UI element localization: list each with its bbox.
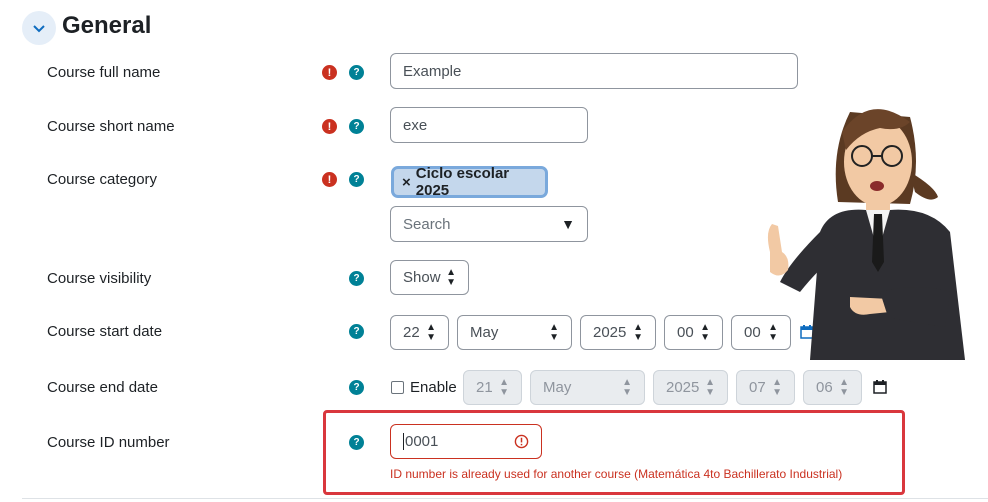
category-search-placeholder: Search [403,215,451,233]
full-name-input[interactable]: Example [390,53,798,89]
enable-label: Enable [410,379,457,396]
start-month-value: May [470,324,499,341]
start-month-select[interactable]: May ▲ ▼ [457,315,572,350]
end-month-value: May [543,379,572,396]
end-year-value: 2025 [666,379,700,396]
collapse-section-button[interactable] [22,11,56,45]
section-divider [22,498,988,499]
select-arrows-icon: ▲ ▼ [426,321,436,343]
end-day-value: 21 [476,379,493,396]
end-hour-value: 07 [749,379,766,396]
start-minute-value: 00 [744,324,761,341]
chip-remove-icon[interactable]: × [402,174,411,191]
calendar-icon [873,380,887,394]
short-name-label: Course short name [47,118,175,135]
character-illustration [767,109,965,360]
category-search[interactable]: Search ▼ [390,206,588,242]
category-label: Course category [47,171,158,188]
end-month-select[interactable]: May ▲ ▼ [530,370,645,405]
dropdown-arrow-icon: ▼ [561,216,575,232]
end-year-select[interactable]: 2025 ▲ ▼ [653,370,728,405]
end-hour-select[interactable]: 07 ▲ ▼ [736,370,795,405]
required-icon: ! [322,119,337,134]
visibility-label: Course visibility [47,270,152,287]
id-number-input[interactable]: 0001 [390,424,542,459]
select-arrows-icon: ▲ ▼ [446,266,456,288]
start-year-value: 2025 [593,324,627,341]
select-arrows-icon: ▲ ▼ [633,321,643,343]
help-icon[interactable]: ? [349,380,364,395]
select-arrows-icon: ▲ ▼ [705,376,715,398]
required-icon: ! [322,65,337,80]
visibility-select[interactable]: Show ▲ ▼ [390,260,469,295]
help-icon[interactable]: ? [349,435,364,450]
full-name-label: Course full name [47,64,161,81]
select-arrows-icon: ▲ ▼ [772,376,782,398]
id-number-label: Course ID number [47,434,170,451]
short-name-input[interactable]: exe [390,107,588,143]
start-year-select[interactable]: 2025 ▲ ▼ [580,315,656,350]
start-date-label: Course start date [47,323,163,340]
visibility-value: Show [403,269,441,286]
id-number-value: 0001 [403,433,439,450]
end-minute-select[interactable]: 06 ▲ ▼ [803,370,862,405]
start-hour-value: 00 [677,324,694,341]
help-icon[interactable]: ? [349,271,364,286]
required-icon: ! [322,172,337,187]
select-arrows-icon: ▲ ▼ [700,321,710,343]
category-chip[interactable]: × Ciclo escolar 2025 [391,165,548,199]
start-day-value: 22 [403,324,420,341]
section-title: General [62,12,152,39]
help-icon[interactable]: ? [349,172,364,187]
select-arrows-icon: ▲ ▼ [499,376,509,398]
chip-label: Ciclo escolar 2025 [415,165,510,199]
id-number-error-message: ID number is already used for another co… [390,467,843,481]
help-icon[interactable]: ? [349,65,364,80]
select-arrows-icon: ▲ ▼ [839,376,849,398]
end-day-select[interactable]: 21 ▲ ▼ [463,370,522,405]
help-icon[interactable]: ? [349,324,364,339]
start-hour-select[interactable]: 00 ▲ ▼ [664,315,723,350]
chevron-down-icon [33,25,45,33]
select-arrows-icon: ▲ ▼ [549,321,559,343]
start-day-select[interactable]: 22 ▲ ▼ [390,315,449,350]
end-date-label: Course end date [47,379,158,396]
help-icon[interactable]: ? [349,119,364,134]
error-icon [514,434,529,449]
end-minute-value: 06 [816,379,833,396]
enable-end-date-checkbox[interactable] [391,381,404,394]
select-arrows-icon: ▲ ▼ [622,376,632,398]
